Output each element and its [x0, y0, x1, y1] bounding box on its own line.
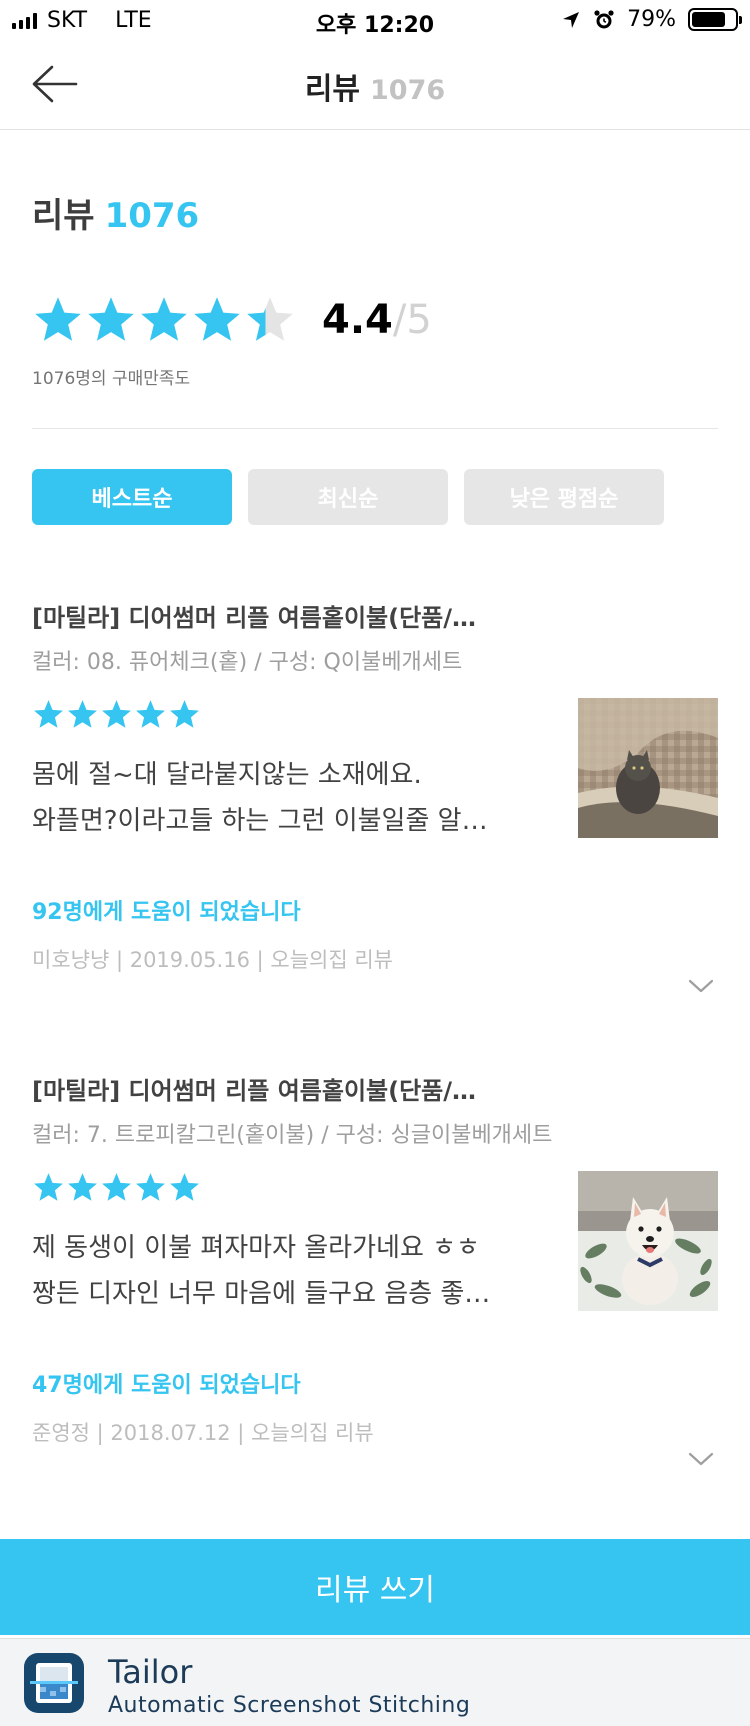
review-photo-cat[interactable]: [578, 698, 718, 838]
rating-caption: 1076명의 구매만족도: [32, 369, 191, 389]
star-icon: [247, 297, 293, 341]
dog-photo-image: [578, 1171, 718, 1311]
review-stars: [32, 698, 201, 731]
star-icon: [34, 700, 63, 728]
star-icon: [170, 1173, 199, 1201]
review-photo-dog[interactable]: [578, 1171, 718, 1311]
review-body: 몸에 절~대 달라붙지않는 소재에요. 와플면?이라고들 하는 그런 이불일줄 …: [32, 752, 522, 844]
star-icon: [102, 1173, 131, 1201]
tailor-app-name: Tailor: [108, 1653, 193, 1691]
sort-lowest-rating-button[interactable]: 낮은 평점순: [464, 469, 664, 525]
battery-level: [692, 12, 726, 27]
star-icon: [68, 700, 97, 728]
sort-options: 베스트순 최신순 낮은 평점순: [32, 469, 664, 525]
star-icon: [136, 700, 165, 728]
chevron-down-icon[interactable]: [688, 978, 714, 994]
location-arrow-icon: [563, 11, 580, 28]
cat-photo-image: [578, 698, 718, 838]
review-card[interactable]: [마틸라] 디어썸머 리플 여름홑이불(단품/… 컬러: 08. 퓨어체크(홑)…: [32, 598, 718, 1018]
review-meta: 미호냥냥 | 2019.05.16 | 오늘의집 리뷰: [32, 948, 393, 972]
page-title-label: 리뷰: [304, 72, 361, 107]
star-icon: [34, 1173, 63, 1201]
review-section-label: 리뷰: [32, 196, 95, 236]
rating-summary: 4.4/5: [32, 292, 432, 348]
sort-latest-button[interactable]: 최신순: [248, 469, 448, 525]
review-body-line: 몸에 절~대 달라붙지않는 소재에요.: [32, 760, 422, 790]
divider: [32, 428, 718, 429]
star-icon: [68, 1173, 97, 1201]
battery-percent: 79%: [627, 7, 676, 32]
rating-stars: [32, 294, 296, 346]
write-review-button[interactable]: 리뷰 쓰기: [0, 1539, 750, 1635]
rating-value: 4.4: [322, 297, 393, 343]
star-icon: [194, 297, 240, 341]
rating-max: /5: [392, 297, 432, 343]
battery-icon: [688, 8, 742, 31]
star-icon: [88, 297, 134, 341]
review-body: 제 동생이 이불 펴자마자 올라가네요 ㅎㅎ 짱든 디자인 너무 마음에 들구요…: [32, 1225, 522, 1317]
review-stars: [32, 1171, 201, 1204]
review-meta: 준영정 | 2018.07.12 | 오늘의집 리뷰: [32, 1421, 374, 1445]
star-icon: [102, 700, 131, 728]
review-body-line: 와플면?이라고들 하는 그런 이불일줄 알…: [32, 806, 488, 836]
review-product-option: 컬러: 7. 트로피칼그린(홑이불) / 구성: 싱글이불베개세트: [32, 1123, 553, 1148]
review-helpful-count[interactable]: 47명에게 도움이 되었습니다: [32, 1367, 301, 1399]
tailor-banner[interactable]: Tailor Automatic Screenshot Stitching: [0, 1638, 750, 1726]
review-section-count: 1076: [104, 196, 200, 236]
star-icon: [35, 297, 81, 341]
review-product-title: [마틸라] 디어썸머 리플 여름홑이불(단품/…: [32, 1077, 477, 1105]
review-body-line: 제 동생이 이불 펴자마자 올라가네요 ㅎㅎ: [32, 1233, 480, 1263]
star-icon: [136, 1173, 165, 1201]
star-icon: [170, 700, 199, 728]
status-right: 79%: [561, 7, 742, 32]
nav-bar: 리뷰 1076: [0, 40, 750, 130]
page-title: 리뷰 1076: [0, 64, 750, 108]
star-icon: [141, 297, 187, 341]
alarm-icon: [594, 9, 614, 28]
review-product-title: [마틸라] 디어썸머 리플 여름홑이불(단품/…: [32, 604, 477, 632]
review-card[interactable]: [마틸라] 디어썸머 리플 여름홑이불(단품/… 컬러: 7. 트로피칼그린(홑…: [32, 1071, 718, 1491]
tailor-app-icon: [24, 1653, 84, 1713]
review-helpful-count[interactable]: 92명에게 도움이 되었습니다: [32, 894, 301, 926]
review-body-line: 짱든 디자인 너무 마음에 들구요 음층 좋…: [32, 1279, 491, 1309]
review-product-option: 컬러: 08. 퓨어체크(홑) / 구성: Q이불베개세트: [32, 650, 463, 675]
sort-best-button[interactable]: 베스트순: [32, 469, 232, 525]
page-title-count: 1076: [370, 75, 446, 106]
tailor-app-description: Automatic Screenshot Stitching: [108, 1693, 471, 1718]
status-bar: SKT LTE 오후 12:20 79%: [0, 0, 750, 40]
chevron-down-icon[interactable]: [688, 1451, 714, 1467]
review-section-title: 리뷰 1076: [32, 188, 199, 237]
